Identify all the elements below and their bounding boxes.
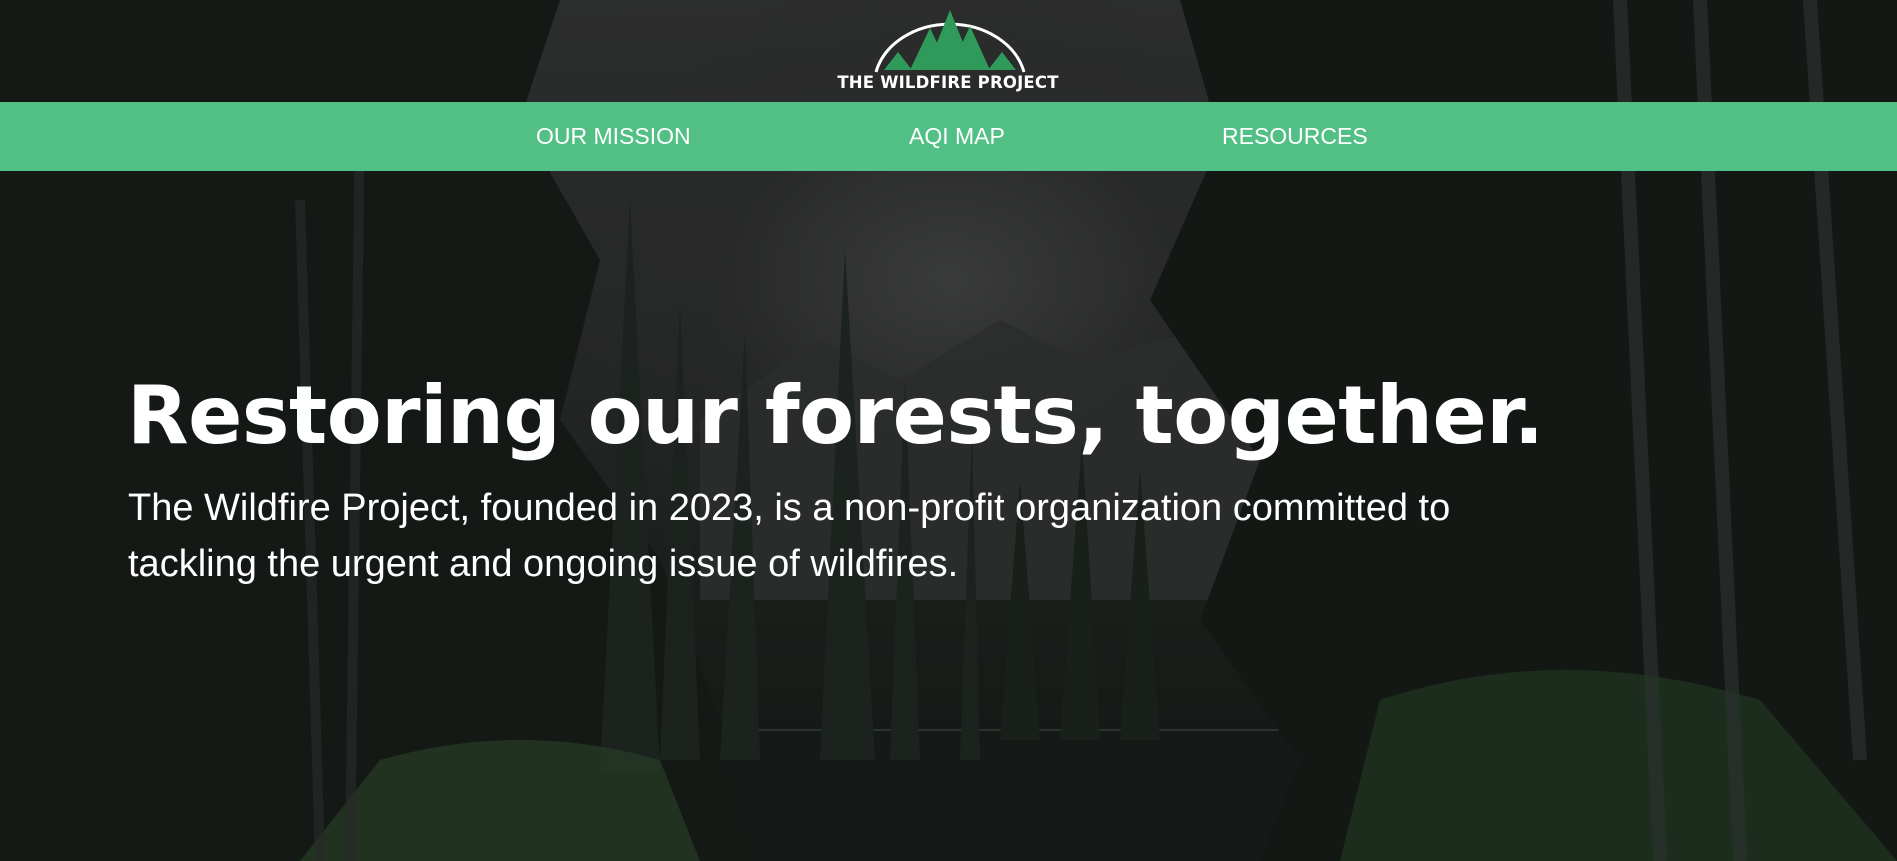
site-logo[interactable]: THE WILDFIRE PROJECT xyxy=(798,8,1098,94)
nav-resources[interactable]: RESOURCES xyxy=(1222,102,1368,171)
pine-trees-icon xyxy=(874,10,1026,73)
nav-our-mission[interactable]: OUR MISSION xyxy=(536,102,691,171)
site-header: THE WILDFIRE PROJECT xyxy=(0,0,1897,102)
main-navbar: OUR MISSION AQI MAP RESOURCES xyxy=(0,102,1897,171)
hero-description: The Wildfire Project, founded in 2023, i… xyxy=(128,487,1451,585)
hero-title: Restoring our forests, together. xyxy=(127,369,1544,462)
logo-text: THE WILDFIRE PROJECT xyxy=(837,73,1059,92)
nav-aqi-map[interactable]: AQI MAP xyxy=(909,102,1005,171)
